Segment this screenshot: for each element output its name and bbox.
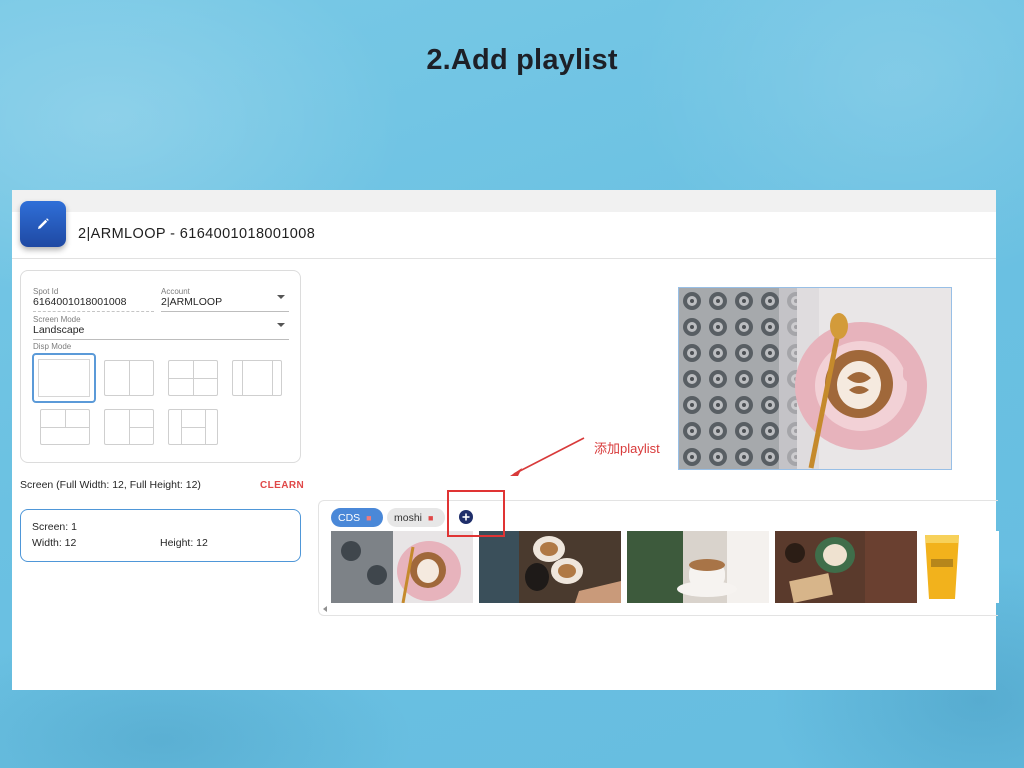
annotation-arrow <box>510 437 585 476</box>
layout-option-two-columns[interactable] <box>104 360 154 396</box>
screen-card[interactable]: Screen: 1 Width: 12 Height: 12 <box>20 509 301 562</box>
trash-icon[interactable]: ■ <box>366 513 371 523</box>
playlist-media-thumbnail[interactable] <box>331 531 473 603</box>
account-underline <box>161 311 289 312</box>
edit-button[interactable] <box>20 201 66 247</box>
screen-height: Height: 12 <box>160 537 208 549</box>
annotation-highlight-box <box>447 490 505 537</box>
playlist-panel: CDS ■ moshi ■ <box>318 500 999 616</box>
account-select[interactable]: 2|ARMLOOP <box>161 296 222 308</box>
screen-mode-select[interactable]: Landscape <box>33 324 84 336</box>
screen-mode-label: Screen Mode <box>33 315 81 324</box>
layout-option-four-grid[interactable] <box>168 360 218 396</box>
playlist-media-thumbnail[interactable] <box>775 531 917 603</box>
screen-mode-chevron-down-icon[interactable] <box>277 323 285 327</box>
playlist-tab-label: moshi <box>394 511 423 524</box>
screen-number: Screen: 1 <box>32 521 77 533</box>
spot-settings-card: Spot Id 6164001018001008 Account 2|ARMLO… <box>20 270 301 463</box>
spot-id-value: 6164001018001008 <box>33 296 127 308</box>
screen-info-label: Screen (Full Width: 12, Full Height: 12) <box>20 479 201 491</box>
layout-option-left-split[interactable] <box>40 409 90 445</box>
layout-option-single[interactable] <box>32 353 96 403</box>
playlist-media-thumbnail[interactable] <box>923 531 999 603</box>
screen-width: Width: 12 <box>32 537 77 549</box>
spot-id-label: Spot Id <box>33 287 59 296</box>
playlist-media-thumbnail[interactable] <box>627 531 769 603</box>
annotation-label: 添加playlist <box>594 441 660 456</box>
trash-icon[interactable]: ■ <box>428 513 433 523</box>
page-title: 2|ARMLOOP - 6164001018001008 <box>78 226 316 242</box>
playlist-tab-label: CDS <box>338 511 361 524</box>
layout-option-right-split[interactable] <box>104 409 154 445</box>
layout-option-center-split[interactable] <box>168 409 218 445</box>
account-chevron-down-icon[interactable] <box>277 295 285 299</box>
top-strip <box>12 190 996 212</box>
playlist-tab-cds[interactable]: CDS ■ <box>331 508 383 527</box>
screen-mode-underline <box>33 339 289 340</box>
header-divider <box>12 258 996 259</box>
pencil-icon <box>38 218 49 229</box>
playlist-media-thumbnail[interactable] <box>479 531 621 603</box>
app-screenshot: 2|ARMLOOP - 6164001018001008 Spot Id 616… <box>12 190 999 690</box>
scroll-left-arrow[interactable] <box>323 606 327 612</box>
account-label: Account <box>161 287 190 296</box>
playlist-tab-moshi[interactable]: moshi ■ <box>387 508 445 527</box>
slide-title: 2.Add playlist <box>426 44 618 76</box>
spot-id-underline <box>33 311 154 312</box>
clear-button[interactable]: CLEARN <box>260 480 304 491</box>
preview-image-latte <box>678 287 952 470</box>
layout-option-three-columns[interactable] <box>232 360 282 396</box>
disp-mode-label: Disp Mode <box>33 342 72 351</box>
